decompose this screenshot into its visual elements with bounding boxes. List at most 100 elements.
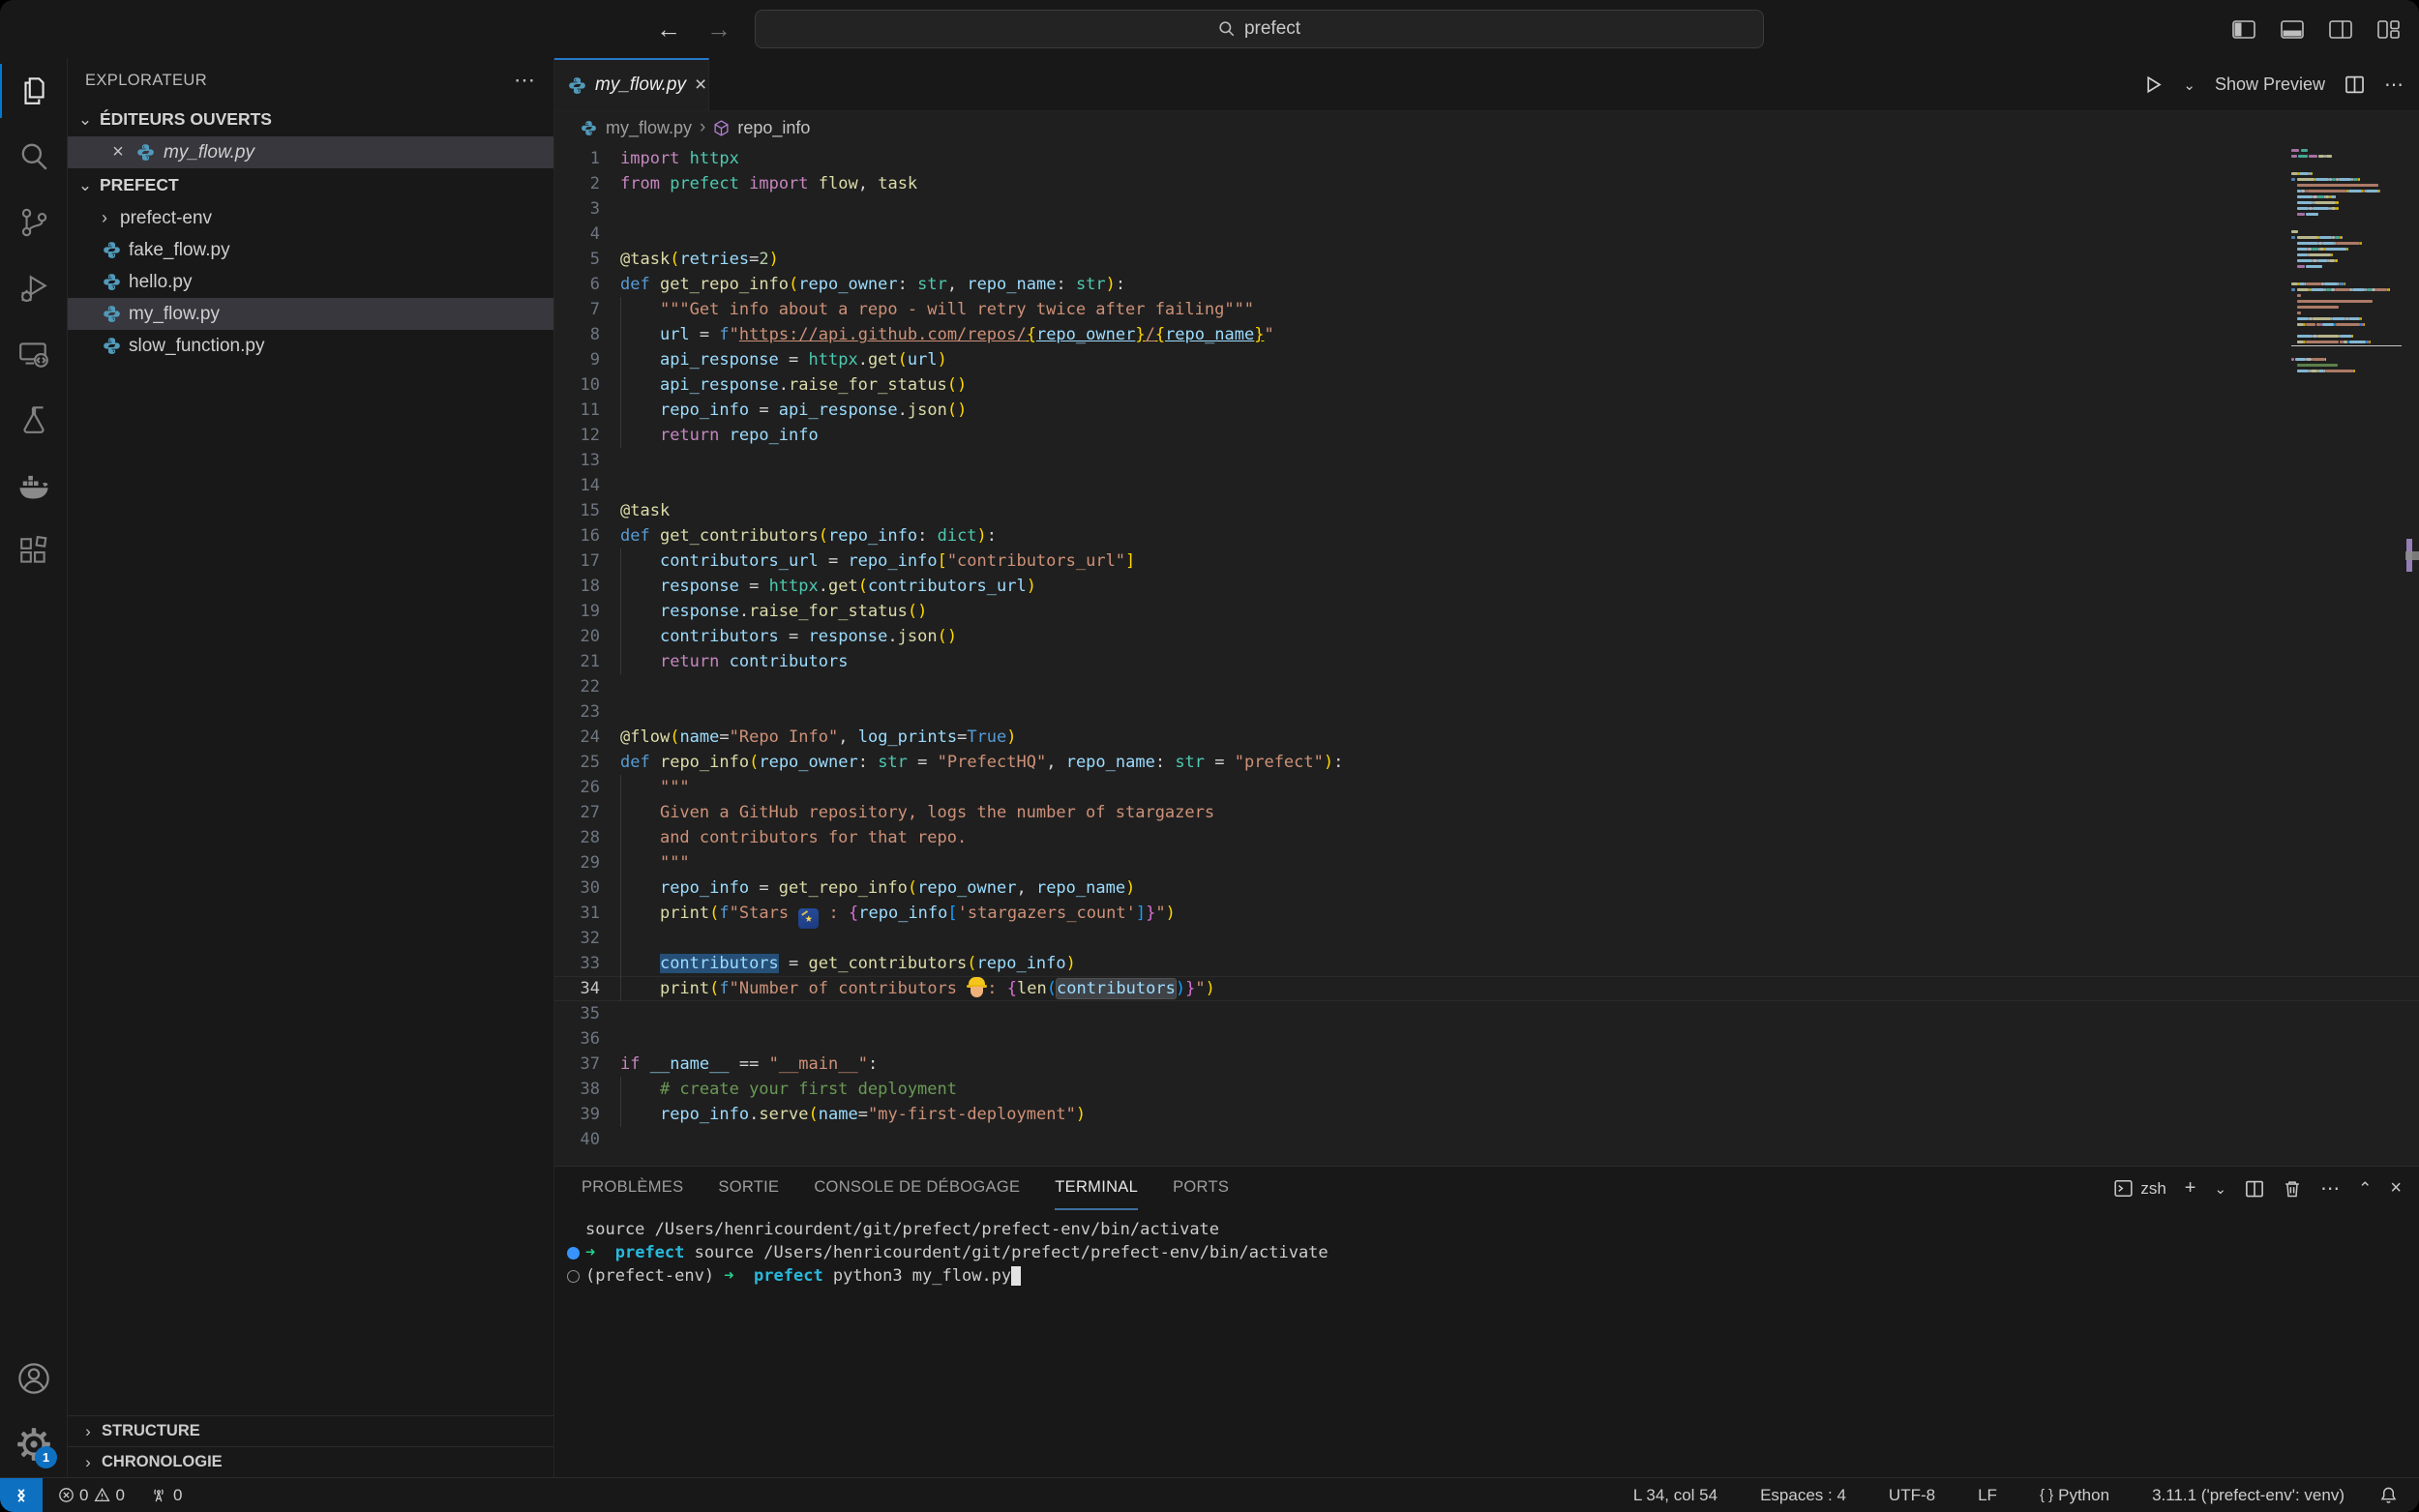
activitybar-source-control[interactable] xyxy=(0,190,67,255)
remote-indicator[interactable] xyxy=(0,1478,43,1512)
activitybar-run-debug[interactable] xyxy=(0,255,67,321)
open-editors-section-header[interactable]: ⌄ ÉDITEURS OUVERTS xyxy=(68,103,553,136)
new-terminal-icon[interactable]: + xyxy=(2185,1177,2196,1200)
language-mode[interactable]: { } Python xyxy=(2032,1486,2117,1505)
scrollbar-slider[interactable] xyxy=(2405,551,2419,560)
file-tree-item[interactable]: slow_function.py xyxy=(68,330,553,362)
code-line[interactable]: 36 xyxy=(554,1026,2419,1052)
code-line[interactable]: 1import httpx xyxy=(554,146,2419,171)
python-interpreter[interactable]: 3.11.1 ('prefect-env': venv) xyxy=(2144,1486,2352,1505)
code-line[interactable]: 4 xyxy=(554,222,2419,247)
code-line[interactable]: 8 url = f"https://api.github.com/repos/{… xyxy=(554,322,2419,347)
problems-status[interactable]: 0 0 xyxy=(50,1486,133,1505)
command-decoration-filled-icon[interactable] xyxy=(567,1247,580,1260)
editor-more-actions-icon[interactable]: ⋯ xyxy=(2384,73,2404,97)
terminal-content[interactable]: source /Users/henricourdent/git/prefect/… xyxy=(554,1210,2419,1477)
terminal-shell-select[interactable]: zsh xyxy=(2114,1179,2165,1199)
code-line[interactable]: 35 xyxy=(554,1001,2419,1026)
terminal-dropdown-icon[interactable]: ⌄ xyxy=(2214,1180,2226,1198)
code-line[interactable]: 31 print(f"Stars ★ : {repo_info['stargaz… xyxy=(554,901,2419,926)
code-line[interactable]: 3 xyxy=(554,196,2419,222)
code-line[interactable]: 6def get_repo_info(repo_owner: str, repo… xyxy=(554,272,2419,297)
code-line[interactable]: 12 return repo_info xyxy=(554,423,2419,448)
split-editor-icon[interactable] xyxy=(2344,74,2365,95)
toggle-secondary-sidebar-icon[interactable] xyxy=(2329,20,2352,39)
activitybar-search[interactable] xyxy=(0,124,67,190)
code-line[interactable]: 40 xyxy=(554,1127,2419,1152)
cursor-position[interactable]: L 34, col 54 xyxy=(1626,1486,1725,1505)
file-tree-item[interactable]: hello.py xyxy=(68,266,553,298)
command-decoration-outline-icon[interactable] xyxy=(567,1270,580,1283)
file-tree-item[interactable]: ›prefect-env xyxy=(68,202,553,234)
code-line[interactable]: 33 contributors = get_contributors(repo_… xyxy=(554,951,2419,976)
code-line[interactable]: 27 Given a GitHub repository, logs the n… xyxy=(554,800,2419,825)
activitybar-docker[interactable] xyxy=(0,453,67,519)
nav-back-icon[interactable]: ← xyxy=(656,15,681,44)
panel-tab-console-de-d-bogage[interactable]: CONSOLE DE DÉBOGAGE xyxy=(814,1167,1020,1210)
code-line[interactable]: 7 """Get info about a repo - will retry … xyxy=(554,297,2419,322)
panel-tab-sortie[interactable]: SORTIE xyxy=(718,1167,779,1210)
activitybar-account[interactable] xyxy=(0,1346,67,1411)
code-line[interactable]: 22 xyxy=(554,674,2419,699)
toggle-sidebar-icon[interactable] xyxy=(2232,20,2255,39)
close-icon[interactable]: × xyxy=(108,141,128,163)
code-line[interactable]: 23 xyxy=(554,699,2419,725)
code-line[interactable]: 37if __name__ == "__main__": xyxy=(554,1052,2419,1077)
maximize-panel-icon[interactable]: ⌃ xyxy=(2358,1179,2372,1199)
code-line[interactable]: 30 repo_info = get_repo_info(repo_owner,… xyxy=(554,875,2419,901)
customize-layout-icon[interactable] xyxy=(2377,20,2400,39)
panel-more-actions-icon[interactable]: ⋯ xyxy=(2320,1176,2340,1201)
code-line[interactable]: 18 response = httpx.get(contributors_url… xyxy=(554,574,2419,599)
activitybar-remote-explorer[interactable] xyxy=(0,321,67,387)
minimap[interactable] xyxy=(2291,148,2402,380)
activitybar-extensions[interactable] xyxy=(0,519,67,584)
ports-status[interactable]: 0 xyxy=(142,1486,190,1505)
timeline-section-header[interactable]: › CHRONOLOGIE xyxy=(68,1446,553,1477)
run-dropdown-icon[interactable]: ⌄ xyxy=(2183,76,2195,94)
command-center-search[interactable]: prefect xyxy=(755,10,1764,48)
open-editor-item[interactable]: × my_flow.py xyxy=(68,136,553,168)
code-line[interactable]: 29 """ xyxy=(554,850,2419,875)
code-line[interactable]: 24@flow(name="Repo Info", log_prints=Tru… xyxy=(554,725,2419,750)
project-section-header[interactable]: ⌄ PREFECT xyxy=(68,168,553,202)
code-line[interactable]: 38 # create your first deployment xyxy=(554,1077,2419,1102)
nav-forward-icon[interactable]: → xyxy=(706,15,732,44)
file-tree-item[interactable]: my_flow.py xyxy=(68,298,553,330)
run-button-icon[interactable] xyxy=(2143,74,2164,95)
code-line[interactable]: 21 return contributors xyxy=(554,649,2419,674)
eol-sequence[interactable]: LF xyxy=(1970,1486,2005,1505)
code-line[interactable]: 17 contributors_url = repo_info["contrib… xyxy=(554,548,2419,574)
code-line[interactable]: 14 xyxy=(554,473,2419,498)
split-terminal-icon[interactable] xyxy=(2245,1179,2264,1199)
kill-terminal-trash-icon[interactable] xyxy=(2283,1179,2302,1199)
activitybar-explorer[interactable] xyxy=(0,58,67,124)
breadcrumb-file[interactable]: my_flow.py xyxy=(606,118,692,138)
code-line[interactable]: 20 contributors = response.json() xyxy=(554,624,2419,649)
panel-tab-terminal[interactable]: TERMINAL xyxy=(1055,1167,1138,1210)
structure-section-header[interactable]: › STRUCTURE xyxy=(68,1415,553,1446)
panel-tab-ports[interactable]: PORTS xyxy=(1173,1167,1229,1210)
code-line[interactable]: 16def get_contributors(repo_info: dict): xyxy=(554,523,2419,548)
code-line[interactable]: 25def repo_info(repo_owner: str = "Prefe… xyxy=(554,750,2419,775)
file-tree-item[interactable]: fake_flow.py xyxy=(68,234,553,266)
code-line[interactable]: 13 xyxy=(554,448,2419,473)
code-line[interactable]: 10 api_response.raise_for_status() xyxy=(554,372,2419,398)
code-editor[interactable]: 1import httpx2from prefect import flow, … xyxy=(554,144,2419,1166)
breadcrumb-symbol[interactable]: repo_info xyxy=(737,118,810,138)
code-line[interactable]: 28 and contributors for that repo. xyxy=(554,825,2419,850)
activitybar-settings[interactable]: 1 xyxy=(0,1411,67,1477)
tab-my-flow[interactable]: my_flow.py × xyxy=(554,58,709,110)
indentation[interactable]: Espaces : 4 xyxy=(1752,1486,1854,1505)
code-line[interactable]: 26 """ xyxy=(554,775,2419,800)
code-line[interactable]: 2from prefect import flow, task xyxy=(554,171,2419,196)
notifications-bell-icon[interactable] xyxy=(2379,1486,2398,1504)
tab-close-icon[interactable]: × xyxy=(695,74,706,97)
code-line[interactable]: 9 api_response = httpx.get(url) xyxy=(554,347,2419,372)
code-line[interactable]: 39 repo_info.serve(name="my-first-deploy… xyxy=(554,1102,2419,1127)
code-line[interactable]: 32 xyxy=(554,926,2419,951)
show-preview-button[interactable]: Show Preview xyxy=(2215,74,2325,95)
close-panel-icon[interactable]: × xyxy=(2390,1177,2402,1200)
code-line[interactable]: 5@task(retries=2) xyxy=(554,247,2419,272)
panel-tab-probl-mes[interactable]: PROBLÈMES xyxy=(582,1167,683,1210)
code-line[interactable]: 11 repo_info = api_response.json() xyxy=(554,398,2419,423)
